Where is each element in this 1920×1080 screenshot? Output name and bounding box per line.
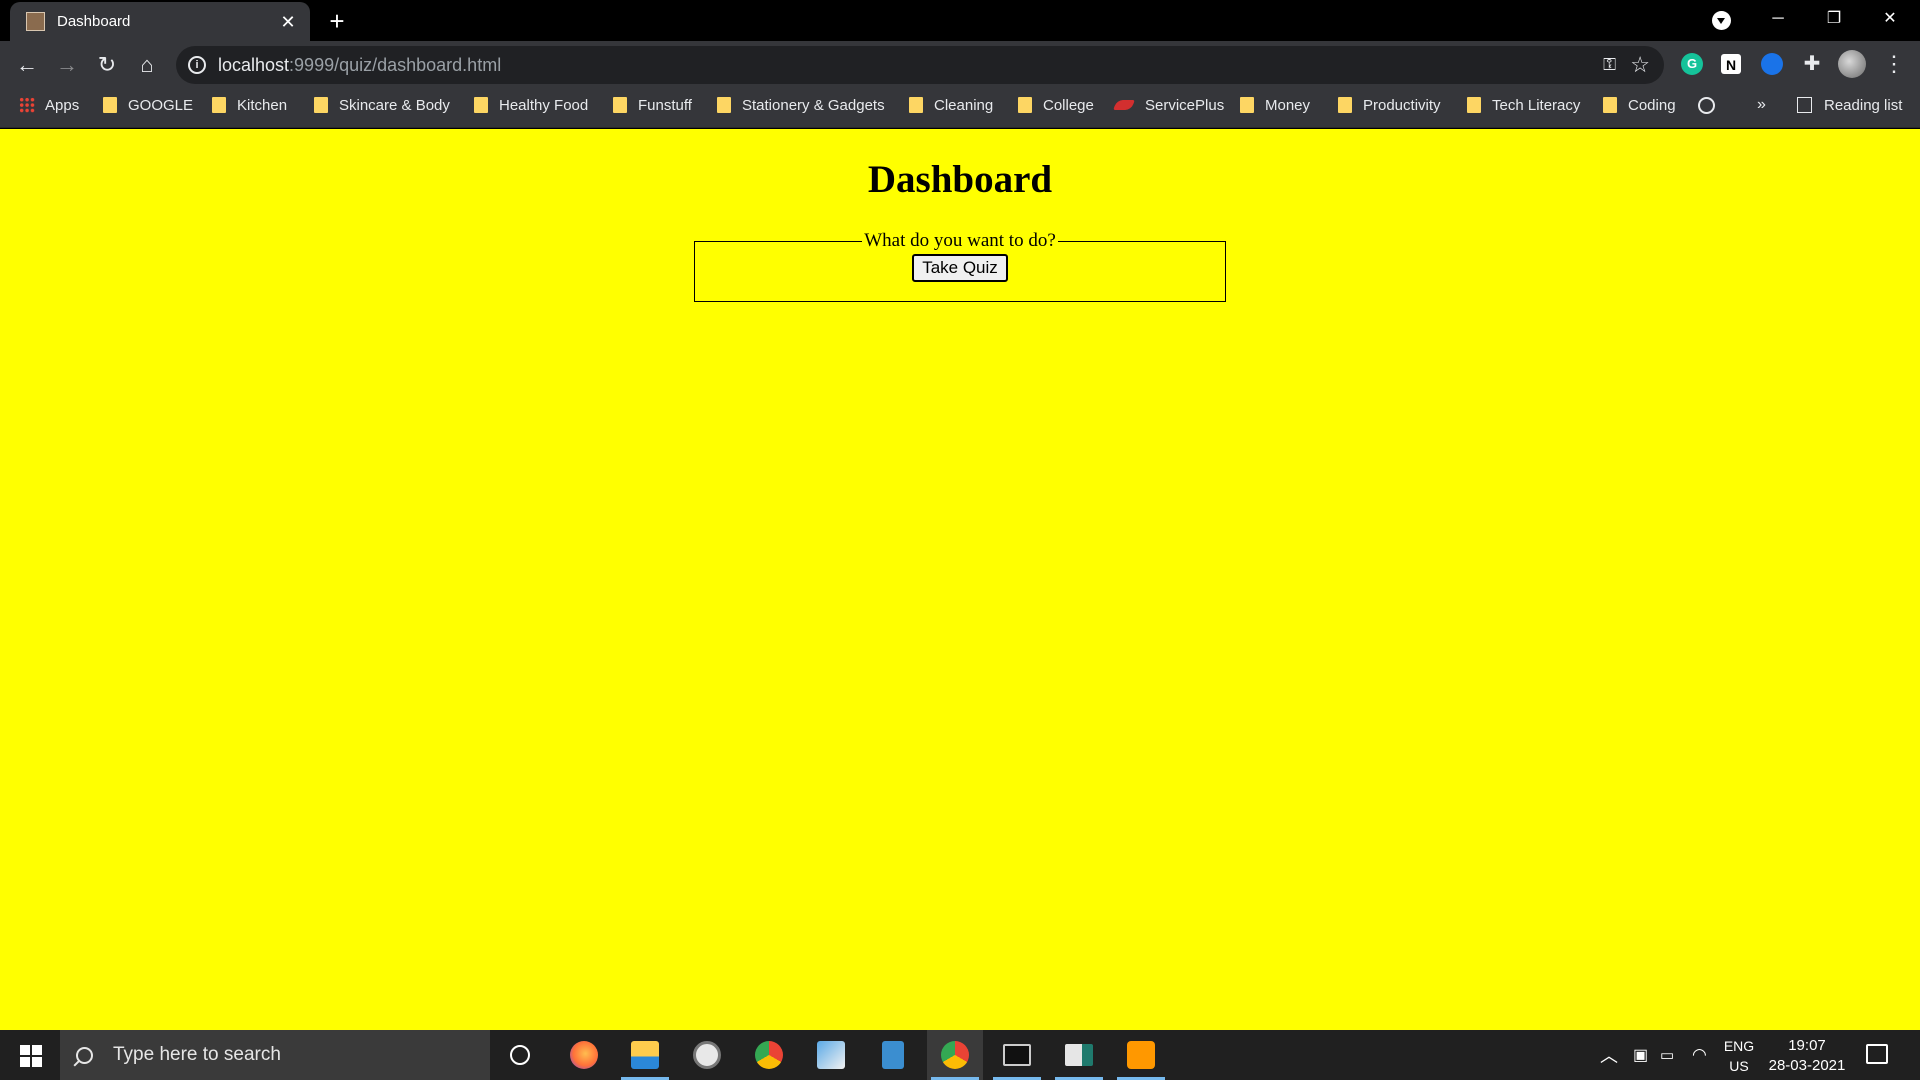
folder-icon xyxy=(613,97,627,113)
folder-icon xyxy=(1018,97,1032,113)
address-url[interactable]: localhost:9999/quiz/dashboard.html xyxy=(218,55,501,76)
bookmark-stationery[interactable]: Stationery & Gadgets xyxy=(717,88,885,122)
apps-grid-icon xyxy=(19,97,35,113)
bookmark-funstuff[interactable]: Funstuff xyxy=(613,88,692,122)
globe-icon[interactable] xyxy=(1698,88,1715,122)
grammarly-icon[interactable]: G xyxy=(1681,53,1703,75)
bookmark-skincare[interactable]: Skincare & Body xyxy=(314,88,450,122)
bookmarks-overflow-button[interactable]: » xyxy=(1757,88,1766,122)
taskbar-chrome[interactable] xyxy=(741,1030,797,1080)
bookmarks-bar: Apps GOOGLE Kitchen Skincare & Body Heal… xyxy=(0,88,1920,128)
search-icon xyxy=(76,1046,93,1064)
bookmark-coding[interactable]: Coding xyxy=(1603,88,1676,122)
sublime-text-icon xyxy=(1127,1041,1155,1069)
bookmark-cleaning[interactable]: Cleaning xyxy=(909,88,993,122)
folder-icon xyxy=(717,97,731,113)
taskbar-chrome-active[interactable] xyxy=(927,1030,983,1080)
bookmark-healthy-food[interactable]: Healthy Food xyxy=(474,88,588,122)
battery-icon[interactable]: ▭ xyxy=(1660,1030,1674,1080)
back-icon[interactable]: ← xyxy=(11,49,43,81)
terminal-icon xyxy=(1003,1044,1031,1066)
bookmark-kitchen[interactable]: Kitchen xyxy=(212,88,287,122)
chrome-icon xyxy=(755,1041,783,1069)
bookmark-college[interactable]: College xyxy=(1018,88,1094,122)
tab-strip: Dashboard ✕ + ─ ❐ ✕ xyxy=(0,0,1920,41)
chrome-icon xyxy=(941,1041,969,1069)
folder-icon xyxy=(474,97,488,113)
tab-search-icon[interactable] xyxy=(1712,11,1731,30)
folder-icon xyxy=(103,97,117,113)
bookmark-apps[interactable]: Apps xyxy=(19,88,79,122)
windows-taskbar: Type here to search ︿ ▣ ▭ ◠ ENG US 19:07 2… xyxy=(0,1030,1920,1080)
page-content: Dashboard What do you want to do? Take Q… xyxy=(0,129,1920,1030)
folder-icon xyxy=(314,97,328,113)
home-icon[interactable]: ⌂ xyxy=(131,49,163,81)
taskbar-file-explorer[interactable] xyxy=(617,1030,673,1080)
notification-icon[interactable] xyxy=(1866,1044,1888,1064)
taskbar-firefox[interactable] xyxy=(556,1030,612,1080)
bookmark-serviceplus[interactable]: ServicePlus xyxy=(1113,88,1224,122)
reload-icon[interactable]: ↻ xyxy=(91,49,123,81)
fieldset-legend: What do you want to do? xyxy=(864,230,1056,251)
avatar[interactable] xyxy=(1838,50,1866,78)
cortana-button[interactable] xyxy=(492,1030,548,1080)
bookmark-google[interactable]: GOOGLE xyxy=(103,88,193,122)
notion-icon[interactable]: N xyxy=(1721,54,1741,74)
action-fieldset: What do you want to do? Take Quiz xyxy=(694,230,1226,302)
taskbar-tool[interactable] xyxy=(803,1030,859,1080)
bookmark-tech-literacy[interactable]: Tech Literacy xyxy=(1467,88,1580,122)
key-icon[interactable]: ⚿ xyxy=(1603,55,1616,75)
clock-app-icon xyxy=(693,1041,721,1069)
taskbar-clock[interactable]: 19:07 28-03-2021 xyxy=(1764,1036,1850,1076)
tab-title: Dashboard xyxy=(57,13,131,30)
windows-logo-icon xyxy=(20,1045,42,1067)
minimize-button[interactable]: ─ xyxy=(1750,0,1806,40)
browser-toolbar: ← → ↻ ⌂ i localhost:9999/quiz/dashboard.… xyxy=(0,41,1920,88)
extensions-puzzle-icon[interactable]: ✚ xyxy=(1801,53,1823,75)
bookmark-productivity[interactable]: Productivity xyxy=(1338,88,1441,122)
language-indicator[interactable]: ENG US xyxy=(1720,1036,1758,1076)
page-title: Dashboard xyxy=(867,158,1053,201)
folder-icon xyxy=(1467,97,1481,113)
window-close-button[interactable]: ✕ xyxy=(1862,0,1918,40)
bookmark-money[interactable]: Money xyxy=(1240,88,1310,122)
meet-now-icon[interactable]: ▣ xyxy=(1633,1030,1648,1080)
reading-list-button[interactable]: Reading list xyxy=(1797,88,1902,122)
search-placeholder: Type here to search xyxy=(113,1044,281,1065)
restore-button[interactable]: ❐ xyxy=(1806,0,1862,40)
taskbar-app[interactable] xyxy=(1051,1030,1107,1080)
taskbar-sublime[interactable] xyxy=(1113,1030,1169,1080)
new-tab-button[interactable]: + xyxy=(322,6,352,36)
wifi-icon[interactable]: ◠ xyxy=(1692,1030,1707,1080)
taskbar-search[interactable]: Type here to search xyxy=(60,1030,490,1080)
taskbar-clock-app[interactable] xyxy=(679,1030,735,1080)
tab-favicon-icon xyxy=(26,12,45,31)
site-info-icon[interactable]: i xyxy=(188,56,206,74)
taskbar-terminal[interactable] xyxy=(989,1030,1045,1080)
firefox-icon xyxy=(570,1041,598,1069)
forward-icon[interactable]: → xyxy=(51,49,83,81)
calculator-icon xyxy=(882,1041,904,1069)
file-explorer-icon xyxy=(631,1041,659,1069)
reading-list-icon xyxy=(1797,97,1812,113)
folder-icon xyxy=(1603,97,1617,113)
bookmark-star-icon[interactable]: ☆ xyxy=(1630,52,1650,78)
close-icon[interactable]: ✕ xyxy=(278,13,298,31)
folder-icon xyxy=(909,97,923,113)
take-quiz-button[interactable]: Take Quiz xyxy=(912,254,1008,282)
extension-icon[interactable] xyxy=(1761,53,1783,75)
taskbar-calculator[interactable] xyxy=(865,1030,921,1080)
menu-dots-icon[interactable]: ⋮ xyxy=(1882,49,1906,81)
address-bar[interactable]: i localhost:9999/quiz/dashboard.html ⚿ ☆ xyxy=(176,46,1664,84)
cortana-icon xyxy=(510,1045,530,1065)
folder-icon xyxy=(1338,97,1352,113)
browser-tab-dashboard[interactable]: Dashboard ✕ xyxy=(10,2,310,41)
serviceplus-icon xyxy=(1113,100,1135,110)
start-button[interactable] xyxy=(8,1030,54,1080)
app-icon xyxy=(1065,1044,1093,1066)
tray-chevron-icon[interactable]: ︿ xyxy=(1600,1030,1618,1080)
folder-icon xyxy=(1240,97,1254,113)
folder-icon xyxy=(212,97,226,113)
tool-icon xyxy=(817,1041,845,1069)
